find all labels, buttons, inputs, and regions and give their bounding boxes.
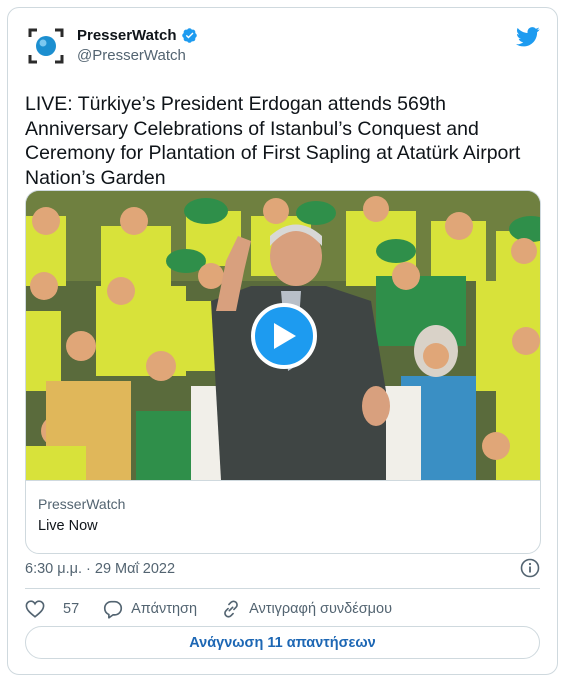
action-bar: 57 Απάντηση Αντιγραφή συνδέσμου (25, 598, 392, 620)
link-icon (224, 600, 238, 618)
link-title: Live Now (38, 518, 98, 534)
like-button[interactable]: 57 (25, 600, 79, 618)
tweet-text: LIVE: Türkiye’s President Erdogan attend… (25, 93, 521, 189)
verified-badge-icon (181, 28, 197, 43)
author-name[interactable]: PresserWatch (77, 27, 177, 44)
like-count: 57 (63, 601, 80, 617)
reply-button[interactable]: Απάντηση (103, 600, 197, 619)
tweet-header: PresserWatch @PresserWatch (25, 25, 540, 69)
author-avatar[interactable] (25, 25, 67, 67)
twitter-bird-icon[interactable] (516, 27, 540, 47)
read-replies-button[interactable]: Ανάγνωση 11 απαντήσεων (25, 626, 540, 659)
reply-label: Απάντηση (131, 601, 198, 617)
link-domain: PresserWatch (38, 496, 126, 512)
copy-link-button[interactable]: Αντιγραφή συνδέσμου (221, 599, 392, 619)
author-handle[interactable]: @PresserWatch (77, 47, 198, 64)
play-button[interactable] (251, 303, 317, 369)
link-meta[interactable]: PresserWatch Live Now (26, 480, 540, 553)
heart-icon (25, 600, 45, 618)
copy-link-label: Αντιγραφή συνδέσμου (249, 601, 393, 617)
speech-bubble-icon (104, 600, 123, 619)
author-info[interactable]: PresserWatch @PresserWatch (77, 27, 198, 64)
tweet-embed-card: PresserWatch @PresserWatch LIVE: Türkiye… (7, 7, 558, 675)
info-icon[interactable] (520, 558, 540, 578)
video-thumbnail[interactable] (26, 191, 540, 480)
play-icon (274, 323, 296, 349)
link-preview-card[interactable]: PresserWatch Live Now (25, 190, 541, 554)
divider (25, 588, 540, 589)
tweet-timestamp[interactable]: 6:30 μ.μ. · 29 Μαΐ 2022 (25, 561, 175, 577)
